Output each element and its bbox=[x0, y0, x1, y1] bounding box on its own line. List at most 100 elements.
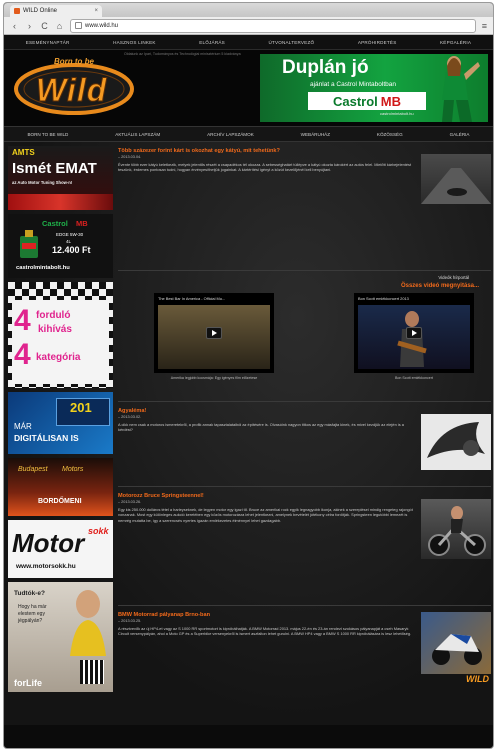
castrol-price: 12.400 Ft bbox=[52, 245, 91, 255]
challenge-word-1: forduló bbox=[36, 310, 71, 321]
video-2-title: Bon Scott emlékkoncert 2013 bbox=[358, 296, 409, 301]
digital-year: 201 bbox=[70, 400, 92, 415]
video-section: Videók hírportál Összes videó megnyitása… bbox=[118, 271, 491, 401]
subnav-item-galeria[interactable]: GALÉRIA bbox=[450, 132, 470, 137]
video-player-2[interactable]: Bon Scott emlékkoncert 2013 bbox=[354, 293, 474, 373]
banner-subtitle: ajánlat a Castrol Mintaboltban bbox=[310, 81, 396, 88]
sidebar-ad-bordomeni[interactable]: Budapest Motors BORDŐMENI bbox=[8, 458, 113, 516]
bm-line-3: BORDŐMENI bbox=[38, 498, 82, 505]
article-1: Több százezer forint kárt is okozhat egy… bbox=[118, 148, 491, 270]
castrol-brand: Castrol bbox=[332, 93, 378, 109]
castrol-spec-2: 4L bbox=[66, 239, 72, 244]
castrol-spec-1: EDGE 5W-30 bbox=[56, 232, 84, 237]
castrol-side-suffix: MB bbox=[76, 219, 88, 228]
forward-icon[interactable]: › bbox=[25, 21, 34, 31]
all-videos-link[interactable]: Összes videó megnyitása... bbox=[401, 283, 479, 289]
article-4-body: A résztvevők az új HP4-et vagy az S 1000… bbox=[118, 626, 412, 637]
topnav-item-esemenynaptar[interactable]: ESEMÉNYNAPTÁR bbox=[26, 40, 70, 45]
topnav-item-hasznos-linkek[interactable]: HASZNOS LINKEK bbox=[113, 40, 156, 45]
article-1-body: Évente több ezer kátyú keletkezik, melye… bbox=[118, 162, 412, 173]
qr-code-icon bbox=[80, 660, 104, 684]
favicon-icon bbox=[14, 8, 20, 14]
forlife-q3: elestem egy bbox=[18, 611, 45, 617]
forlife-brand: forLife bbox=[14, 678, 42, 688]
forlife-q1: Tudtók-e? bbox=[14, 590, 45, 597]
emat-car-stripe bbox=[8, 194, 113, 210]
page-main: AMTS Ismét EMAT az Auto Motor Tuning Sho… bbox=[4, 142, 493, 725]
subnav-item-webaruhaz[interactable]: WEBÁRUHÁZ bbox=[301, 132, 330, 137]
site-logo[interactable]: Born to be Wild bbox=[10, 56, 138, 116]
divider bbox=[118, 401, 491, 402]
logo-tagline: Born to be bbox=[54, 57, 94, 66]
bm-line-2: Motors bbox=[62, 466, 84, 473]
sidebar-ad-challenge[interactable]: 4 forduló kihívás 4 kategória bbox=[8, 282, 113, 388]
emat-sub: az Auto Motor Tuning Show-n! bbox=[12, 180, 73, 185]
article-1-thumbnail[interactable] bbox=[421, 154, 491, 204]
castrol-side-url: castrolmintabolt.hu bbox=[16, 265, 70, 271]
video-heading: Videók hírportál bbox=[438, 275, 469, 280]
sidebar-ad-emat[interactable]: AMTS Ismét EMAT az Auto Motor Tuning Sho… bbox=[8, 146, 113, 210]
article-3-thumbnail[interactable] bbox=[421, 499, 491, 559]
sidebar-ad-forlife[interactable]: Tudtók-e? Hogy ha már elestem egy jégpál… bbox=[8, 582, 113, 692]
oil-can-icon bbox=[20, 230, 38, 258]
video-player-1[interactable]: The Best Bar In America - Official Mu... bbox=[154, 293, 274, 373]
forlife-q2: Hogy ha már bbox=[18, 604, 47, 610]
emat-top-label: AMTS bbox=[12, 148, 35, 157]
header-note: Oldalunk az Ipari, Tudományos és Technol… bbox=[124, 52, 241, 56]
motorcyclist-icon bbox=[428, 506, 486, 556]
video-2-caption: Bon Scott emlékkoncert bbox=[395, 376, 433, 380]
subnav-item-archiv-lapszamok[interactable]: ARCHÍV LAPSZÁMOK bbox=[207, 132, 254, 137]
sidebar-ads: AMTS Ismét EMAT az Auto Motor Tuning Sho… bbox=[8, 146, 113, 696]
topnav-item-elojaras[interactable]: ELŐJÁRÁS bbox=[199, 40, 225, 45]
castrol-logo: Castrol MB bbox=[308, 92, 426, 110]
tab-title: WILD Online bbox=[23, 8, 58, 14]
motorsokk-suffix: sokk bbox=[88, 526, 109, 536]
article-3-date: – 2013.03.26. bbox=[118, 500, 142, 504]
browser-window: WILD Online × ‹ › C ⌂ www.wild.hu ≡ ESEM… bbox=[3, 2, 494, 749]
castrol-side-brand: Castrol bbox=[42, 219, 68, 228]
article-4-thumbnail[interactable] bbox=[421, 612, 491, 674]
subnav-item-born-to-be-wild[interactable]: BORN TO BE WILD bbox=[27, 132, 68, 137]
topnav-item-aprohirdetes[interactable]: APRÓHIRDETÉS bbox=[358, 40, 397, 45]
wild-badge: WILD bbox=[466, 674, 489, 684]
person-photo-icon bbox=[70, 590, 106, 656]
article-2-thumbnail[interactable] bbox=[421, 414, 491, 470]
digital-line-2: DIGITÁLISAN IS bbox=[14, 433, 79, 443]
article-4-date: – 2013.03.25. bbox=[118, 619, 142, 623]
video-1-title: The Best Bar In America - Official Mu... bbox=[158, 296, 226, 301]
digital-line-1: MÁR bbox=[14, 422, 32, 431]
article-2: Agyaléma! – 2013.03.02. A cikk nem csak … bbox=[118, 408, 491, 486]
article-2-date: – 2013.03.02. bbox=[118, 415, 142, 419]
site-top-nav: ESEMÉNYNAPTÁR HASZNOS LINKEK ELŐJÁRÁS ÚT… bbox=[4, 35, 493, 50]
reload-icon[interactable]: C bbox=[40, 21, 49, 31]
subnav-item-kozosseg[interactable]: KÖZÖSSÉG bbox=[377, 132, 403, 137]
address-bar[interactable]: www.wild.hu bbox=[70, 18, 476, 33]
article-3: Motorozz Bruce Springsteennel! – 2013.03… bbox=[118, 493, 491, 605]
part-icon bbox=[427, 422, 485, 458]
sidebar-ad-castrol[interactable]: Castrol MB EDGE 5W-30 4L 12.400 Ft castr… bbox=[8, 214, 113, 278]
challenge-word-2: kihívás bbox=[38, 324, 72, 335]
topnav-item-utvonaltervezo[interactable]: ÚTVONALTERVEZŐ bbox=[268, 40, 314, 45]
content-column: Több százezer forint kárt is okozhat egy… bbox=[118, 148, 491, 712]
sidebar-ad-motorsokk[interactable]: Motor sokk www.motorsokk.hu bbox=[8, 520, 113, 578]
castrol-brand-suffix: MB bbox=[380, 93, 401, 109]
tab-close-icon[interactable]: × bbox=[94, 8, 98, 14]
back-icon[interactable]: ‹ bbox=[10, 21, 19, 31]
home-icon[interactable]: ⌂ bbox=[55, 21, 64, 31]
bm-line-1: Budapest bbox=[18, 466, 48, 473]
page-icon bbox=[75, 22, 82, 29]
subnav-item-aktualis-lapszam[interactable]: AKTUÁLIS LAPSZÁM bbox=[115, 132, 160, 137]
article-4-title[interactable]: BMW Motorrad pályanap Brno-ban bbox=[118, 612, 418, 618]
challenge-num-1: 4 bbox=[14, 304, 31, 337]
play-icon[interactable] bbox=[206, 327, 222, 339]
menu-icon[interactable]: ≡ bbox=[482, 21, 487, 31]
browser-tab[interactable]: WILD Online × bbox=[10, 5, 102, 17]
topnav-item-kepgaleria[interactable]: KÉPGALÉRIA bbox=[440, 40, 471, 45]
banner-title: Duplán jó bbox=[282, 57, 369, 78]
article-2-title[interactable]: Agyaléma! bbox=[118, 408, 418, 414]
play-icon[interactable] bbox=[406, 327, 422, 339]
article-3-title[interactable]: Motorozz Bruce Springsteennel! bbox=[118, 493, 418, 499]
article-1-title[interactable]: Több százezer forint kárt is okozhat egy… bbox=[118, 148, 418, 154]
sidebar-ad-digital[interactable]: 201 MÁR DIGITÁLISAN IS bbox=[8, 392, 113, 454]
castrol-banner-ad[interactable]: Duplán jó ajánlat a Castrol Mintaboltban… bbox=[260, 54, 488, 122]
